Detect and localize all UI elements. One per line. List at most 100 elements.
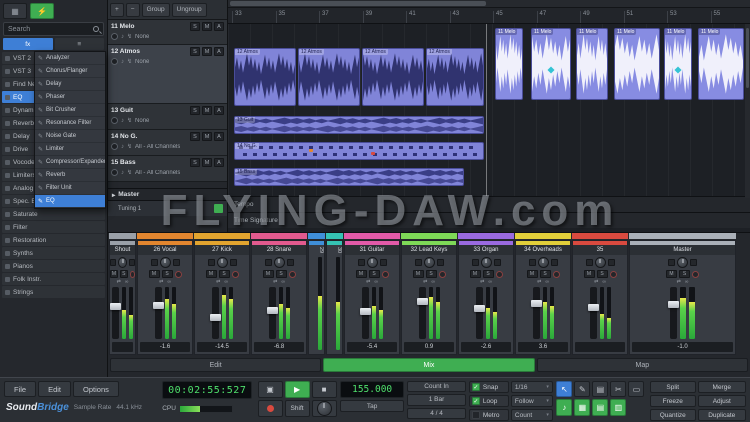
tempo-display[interactable]: 155.000: [340, 381, 404, 398]
channel-fx-button[interactable]: [230, 259, 237, 266]
channel-strip-28-snare[interactable]: 28 Snare M S ⇄ ∞ -6.8: [251, 240, 307, 355]
pan-knob[interactable]: [160, 257, 171, 268]
mixer-tab-map[interactable]: Map: [537, 358, 748, 372]
mute-button[interactable]: M: [584, 270, 595, 278]
erase-tool[interactable]: ▭: [628, 381, 644, 397]
tap-tempo-button[interactable]: Tap: [340, 400, 404, 412]
fader-handle[interactable]: [668, 301, 679, 308]
overview-segment-30[interactable]: [326, 233, 343, 239]
volume-fader[interactable]: [269, 287, 276, 339]
browser-category-restoration[interactable]: Restoration: [2, 234, 105, 246]
channel-strip-27-kick[interactable]: 27 Kick M S ⇄ ∞ -14.5: [194, 240, 250, 355]
volume-fader[interactable]: [670, 287, 677, 339]
plugin-item-analyzer[interactable]: ✎ Analyzer: [35, 52, 105, 65]
volume-fader[interactable]: [476, 287, 483, 339]
track-routing[interactable]: None: [135, 59, 149, 65]
track-m-button[interactable]: M: [202, 106, 212, 115]
browser-tab-item[interactable]: ≡: [55, 38, 105, 50]
plugin-item-chorus-flanger[interactable]: ✎ Chorus/Flanger: [35, 65, 105, 78]
remove-track-button[interactable]: −: [126, 3, 140, 17]
plugin-item-resonance-filter[interactable]: ✎ Resonance Filter: [35, 117, 105, 130]
track-m-button[interactable]: M: [202, 158, 212, 167]
fader-handle[interactable]: [531, 300, 542, 307]
pan-knob[interactable]: [217, 257, 228, 268]
fader-handle[interactable]: [153, 302, 164, 309]
solo-button[interactable]: S: [162, 270, 173, 278]
browser-category-saturate[interactable]: Saturate: [2, 208, 105, 220]
channel-fx-button[interactable]: [287, 259, 294, 266]
options-menu-button[interactable]: Options: [73, 381, 119, 397]
overview-segment-32-lead-keys[interactable]: [401, 233, 457, 239]
audio-clip-12-atmos[interactable]: 12 Atmos: [234, 48, 296, 106]
browser-category-strings[interactable]: Strings: [2, 286, 105, 298]
channel-strip-master[interactable]: Master M S ⇄ ∞ -1.0: [629, 240, 736, 355]
stop-button[interactable]: ■: [312, 381, 337, 398]
overview-segment-26-vocal[interactable]: [137, 233, 193, 239]
plugin-item-bit-crusher[interactable]: ✎ Bit Crusher: [35, 104, 105, 117]
channel-fx-button[interactable]: [608, 259, 615, 266]
track-a-button[interactable]: A: [214, 22, 224, 31]
quantize-button[interactable]: Quantize: [650, 409, 696, 421]
track-routing[interactable]: None: [135, 34, 149, 40]
playlist-button[interactable]: ▥: [610, 399, 626, 416]
record-arm-button[interactable]: [111, 58, 118, 65]
tuning-enable-button[interactable]: [214, 204, 223, 213]
track-s-button[interactable]: S: [190, 158, 200, 167]
track-routing[interactable]: All - All Channels: [135, 170, 180, 176]
audio-clip-11-melo[interactable]: 11 Melo: [531, 28, 571, 100]
volume-fader[interactable]: [112, 287, 119, 339]
browser-category-folk-instr[interactable]: Folk Instr.: [2, 273, 105, 285]
record-arm-button[interactable]: [439, 271, 446, 278]
mute-button[interactable]: M: [110, 270, 118, 278]
channel-input-button[interactable]: [586, 259, 593, 266]
pointer-tool[interactable]: ↖: [556, 381, 572, 397]
overview-segment-31-guitar[interactable]: [344, 233, 400, 239]
plugin-item-eq[interactable]: ✎ EQ: [35, 195, 105, 208]
browser-tab-fx[interactable]: fx: [3, 38, 53, 50]
solo-button[interactable]: S: [276, 270, 287, 278]
mixer-tab-mix[interactable]: Mix: [323, 358, 534, 372]
plugin-item-compressor-expander[interactable]: ✎ Compressor/Expander: [35, 156, 105, 169]
horizontal-scrollbar[interactable]: [228, 0, 750, 8]
mute-button[interactable]: M: [356, 270, 367, 278]
solo-button[interactable]: S: [597, 270, 608, 278]
volume-fader[interactable]: [362, 287, 369, 339]
overview-segment-34-overheads[interactable]: [515, 233, 571, 239]
scrollbar-thumb[interactable]: [230, 1, 486, 6]
plugin-item-reverb[interactable]: ✎ Reverb: [35, 169, 105, 182]
channel-strip-shout[interactable]: Shout M S ⇄ ∞: [109, 240, 136, 355]
audio-clip-14-no-g[interactable]: 14 No G.: [234, 142, 484, 160]
fader-handle[interactable]: [417, 298, 428, 305]
solo-button[interactable]: S: [219, 270, 230, 278]
audio-clip-11-melo[interactable]: 11 Melo: [614, 28, 660, 100]
loop-toggle[interactable]: ✓ Loop: [469, 395, 509, 407]
brush-tool[interactable]: ▤: [592, 381, 608, 397]
ungroup-button[interactable]: Ungroup: [172, 3, 207, 17]
channel-input-button[interactable]: [110, 259, 116, 266]
overview-segment-28-snare[interactable]: [251, 233, 307, 239]
track-routing[interactable]: None: [135, 118, 149, 124]
fader-handle[interactable]: [210, 314, 221, 321]
volume-fader[interactable]: [533, 287, 540, 339]
solo-button[interactable]: S: [369, 270, 380, 278]
video-button[interactable]: ▣: [258, 381, 283, 398]
duplicate-button[interactable]: Duplicate: [698, 409, 746, 421]
record-arm-button[interactable]: [289, 271, 296, 278]
channel-input-button[interactable]: [472, 259, 479, 266]
record-arm-button[interactable]: [111, 117, 118, 124]
solo-button[interactable]: S: [426, 270, 437, 278]
volume-fader[interactable]: [155, 287, 162, 339]
record-arm-button[interactable]: [496, 271, 503, 278]
time-signature-lane[interactable]: Time Signature: [228, 212, 750, 228]
fader-handle[interactable]: [267, 307, 278, 314]
track-a-button[interactable]: A: [214, 106, 224, 115]
track-m-button[interactable]: M: [202, 132, 212, 141]
plugin-item-filter-unit[interactable]: ✎ Filter Unit: [35, 182, 105, 195]
audio-clip-11-melo[interactable]: 11 Melo: [495, 28, 523, 100]
automation-button[interactable]: ▤: [592, 399, 608, 416]
record-arm-button[interactable]: [610, 271, 617, 278]
audio-clip-11-melo[interactable]: 11 Melo: [698, 28, 744, 100]
overview-segment-35[interactable]: [572, 233, 628, 239]
count-in-select[interactable]: 1 Bar: [407, 394, 466, 405]
playhead[interactable]: [486, 24, 487, 196]
